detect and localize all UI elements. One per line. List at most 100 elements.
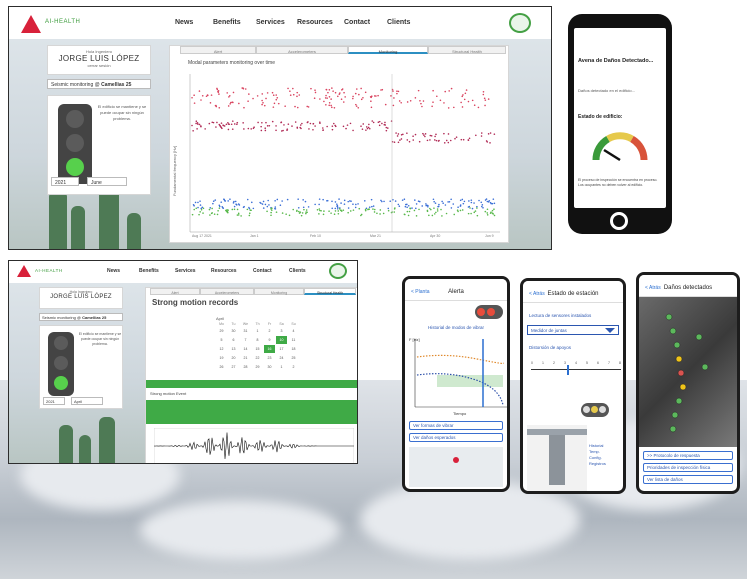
scatter-point	[318, 213, 320, 215]
home-button[interactable]	[610, 212, 628, 230]
calendar-day[interactable]: 10	[276, 336, 287, 344]
map-thumbnail[interactable]	[409, 447, 503, 487]
site-selector[interactable]: Seismic monitoring @ Camellias 25	[47, 79, 151, 89]
calendar-day[interactable]: 14	[240, 345, 251, 353]
month-select[interactable]: April	[71, 397, 103, 405]
brand-logo-icon[interactable]	[17, 265, 31, 277]
calendar-day[interactable]: 6	[228, 336, 239, 344]
calendar-day[interactable]: 29	[252, 363, 263, 371]
records-link[interactable]: Registros	[589, 461, 606, 467]
calendar-day[interactable]: 4	[288, 327, 299, 335]
calendar-day[interactable]: 28	[240, 363, 251, 371]
scatter-point	[226, 92, 229, 94]
view-expected-damage-button[interactable]: Ver daños esperados	[409, 433, 503, 442]
scatter-point	[196, 128, 198, 130]
nav-news[interactable]: News	[175, 19, 193, 26]
calendar-day[interactable]: 5	[216, 336, 227, 344]
damage-photo[interactable]	[639, 297, 737, 447]
calendar-day[interactable]: 22	[252, 354, 263, 362]
nav-services[interactable]: Services	[256, 19, 285, 26]
scatter-point	[365, 129, 367, 131]
nav-resources[interactable]: Resources	[297, 19, 333, 26]
site-selector[interactable]: Seismic monitoring @ Camellias 25	[39, 313, 123, 321]
nav-resources[interactable]: Resources	[211, 268, 237, 274]
scatter-point	[370, 198, 373, 201]
scatter-point	[248, 93, 250, 95]
scatter-point	[487, 98, 490, 100]
nav-clients[interactable]: Clients	[289, 268, 306, 274]
scale-tick: 8	[619, 361, 621, 365]
scatter-point	[232, 91, 235, 94]
scatter-point	[393, 97, 395, 99]
nav-clients[interactable]: Clients	[387, 19, 410, 26]
nav-services[interactable]: Services	[175, 268, 196, 274]
calendar-day[interactable]: 24	[276, 354, 287, 362]
nav-contact[interactable]: Contact	[253, 268, 272, 274]
calendar-day[interactable]: 31	[240, 327, 251, 335]
calendar-day[interactable]: 19	[216, 354, 227, 362]
scatter-point	[299, 126, 301, 129]
tab-accelerometers[interactable]: Accelerometers	[200, 288, 254, 295]
scatter-point	[394, 200, 397, 202]
calendar-day[interactable]: 1	[252, 327, 263, 335]
scatter-point	[397, 90, 400, 93]
calendar-day[interactable]: 7	[240, 336, 251, 344]
response-protocol-button[interactable]: >> Protocolo de respuesta	[643, 451, 733, 460]
calendar-day[interactable]: 30	[264, 363, 275, 371]
year-select[interactable]: 2021	[43, 397, 65, 405]
scatter-chart[interactable]	[170, 46, 510, 244]
calendar-day[interactable]: 3	[276, 327, 287, 335]
nav-contact[interactable]: Contact	[344, 19, 370, 26]
year-select[interactable]: 2021	[51, 177, 79, 186]
tab-structural-health[interactable]: Structural Health	[304, 288, 356, 295]
calendar-day[interactable]: 30	[228, 327, 239, 335]
nav-benefits[interactable]: Benefits	[213, 19, 241, 26]
calendar-day[interactable]: 12	[216, 345, 227, 353]
tab-alert[interactable]: Alert	[150, 288, 200, 295]
scatter-point	[340, 202, 342, 204]
scatter-point	[425, 203, 427, 205]
scatter-point	[480, 201, 483, 204]
calendar-day[interactable]: 16	[264, 345, 275, 353]
calendar-day[interactable]: 18	[288, 345, 299, 353]
calendar-day[interactable]: 17	[276, 345, 287, 353]
calendar-day[interactable]: 25	[288, 354, 299, 362]
scatter-point	[231, 101, 234, 103]
sensor-dropdown[interactable]: Medidor de juntas	[527, 325, 619, 335]
calendar-day[interactable]: 21	[240, 354, 251, 362]
logout-link[interactable]: cerrar sesión	[48, 63, 150, 68]
scatter-point	[292, 87, 294, 90]
calendar-day[interactable]: 9	[264, 336, 275, 344]
calendar-day[interactable]: 2	[288, 363, 299, 371]
scatter-point	[427, 205, 429, 208]
calendar-day[interactable]: 23	[264, 354, 275, 362]
scatter-point	[389, 200, 392, 203]
calendar-day[interactable]: 26	[216, 363, 227, 371]
month-select[interactable]: June	[87, 177, 127, 186]
scatter-point	[260, 129, 263, 132]
tab-monitoring[interactable]: Monitoring	[254, 288, 304, 295]
damage-list-button[interactable]: Ver lista de daños	[643, 475, 733, 484]
event-header-bar[interactable]	[146, 380, 357, 388]
calendar-day[interactable]: 15	[252, 345, 263, 353]
scatter-point	[460, 138, 463, 141]
calendar-day[interactable]: 2	[264, 327, 275, 335]
calendar-day[interactable]: 8	[252, 336, 263, 344]
nav-news[interactable]: News	[107, 268, 120, 274]
scatter-point	[286, 129, 288, 132]
nav-benefits[interactable]: Benefits	[139, 268, 159, 274]
record-bar[interactable]	[146, 400, 357, 424]
calendar-day[interactable]: 13	[228, 345, 239, 353]
calendar-day[interactable]: 29	[216, 327, 227, 335]
calendar-day[interactable]: 1	[276, 363, 287, 371]
view-vibration-modes-button[interactable]: Ver formas de vibrar	[409, 421, 503, 430]
scatter-point	[314, 125, 316, 127]
damage-marker	[671, 411, 679, 419]
scatter-point	[246, 198, 249, 201]
calendar-day[interactable]: 11	[288, 336, 299, 344]
calendar-day[interactable]: 20	[228, 354, 239, 362]
phone-item[interactable]: Daños detectado en el edificio...	[578, 88, 635, 93]
calendar-day[interactable]: 27	[228, 363, 239, 371]
brand-logo-icon[interactable]	[21, 15, 41, 33]
inspection-priorities-button[interactable]: Prioridades de inspección física	[643, 463, 733, 472]
